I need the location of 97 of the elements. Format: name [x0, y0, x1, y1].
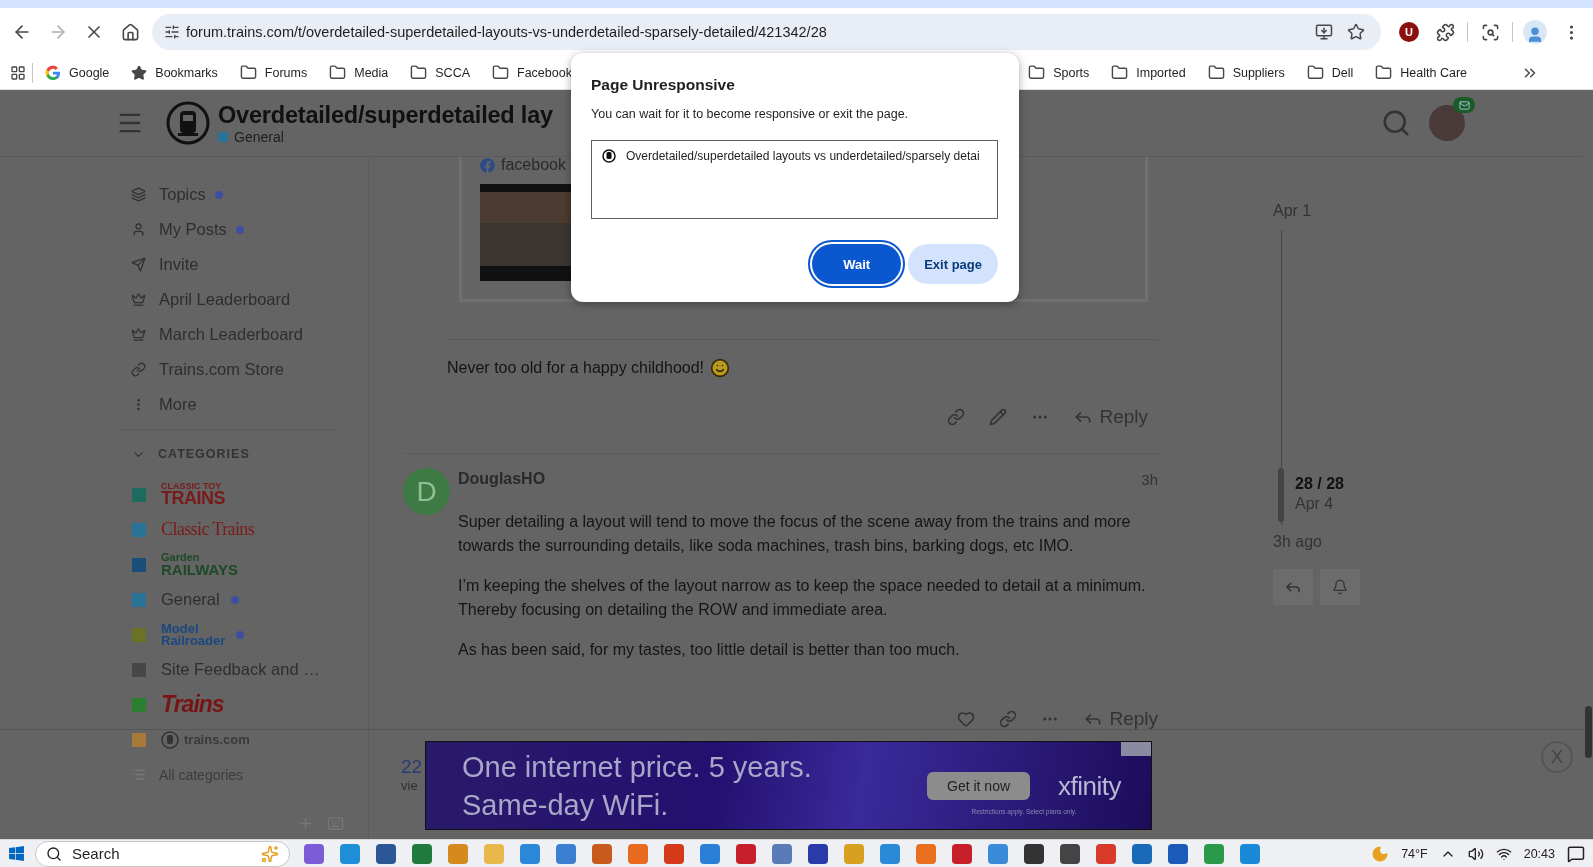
post-paragraph: As has been said, for my tastes, too little detail is better than too much.: [458, 640, 961, 660]
heart-icon[interactable]: [957, 710, 976, 728]
link-icon: [131, 362, 146, 377]
paper-plane-icon: [131, 257, 146, 272]
facebook-icon: [480, 157, 495, 173]
dialog-message: You can wait for it to become responsive or exit the page.: [591, 106, 910, 123]
folder-icon: [1306, 64, 1324, 81]
notifications-button[interactable]: [1320, 569, 1360, 605]
ad-brand: xfinity: [1058, 770, 1121, 802]
post-text: Never too old for a happy childhood!: [447, 359, 705, 377]
sparkles-icon: [261, 844, 279, 863]
bookmark[interactable]: Google: [37, 60, 118, 85]
notifications-icon[interactable]: [1567, 844, 1585, 863]
ad-headline: One internet price. 5 years. Same-day WiFi.: [462, 749, 812, 823]
emblem-icon: [161, 730, 179, 749]
folder-icon: [1207, 64, 1225, 81]
category-link[interactable]: General: [218, 128, 553, 145]
bookmark[interactable]: Bookmarks: [123, 60, 226, 85]
dialog-title: Page Unresponsive: [591, 75, 736, 95]
smiley-icon: [710, 358, 731, 378]
bookmark[interactable]: Suppliers: [1199, 60, 1293, 85]
google-icon: [45, 64, 61, 81]
crown-icon: [131, 292, 146, 307]
topic-title[interactable]: Overdetailed/superdetailed lay: [218, 101, 553, 129]
install-icon[interactable]: [1315, 23, 1333, 41]
app-icon[interactable]: [808, 843, 828, 864]
folder-icon: [329, 64, 347, 81]
folder-icon: [1111, 64, 1129, 81]
app-icon[interactable]: [376, 843, 396, 864]
site-info-icon[interactable]: [164, 24, 180, 40]
extensions-icon[interactable]: [1435, 22, 1455, 42]
embed-source: facebook: [501, 156, 566, 174]
post-paragraph: Super detailing a layout will tend to move the focus of the scene away from the trains and more towards the surrounding details, like soda machines, trash bins, barking dogs, etc IMO.: [458, 512, 1132, 556]
user-avatar[interactable]: [1429, 105, 1465, 141]
link-icon[interactable]: [947, 408, 966, 426]
mail-icon: [1458, 99, 1470, 111]
address-bar[interactable]: forum.trains.com/t/overdetailed-superdetailed-layouts-vs-underdetailed-sparsely-detailed/421342/28: [152, 14, 1381, 50]
bookmark[interactable]: Facebook: [484, 60, 580, 85]
app-icon[interactable]: [412, 843, 432, 864]
star-icon: [131, 64, 148, 81]
bookmark[interactable]: Media: [321, 60, 397, 85]
crown-icon: [131, 327, 146, 342]
link-icon[interactable]: [999, 710, 1018, 728]
bookmark[interactable]: Dell: [1298, 60, 1362, 85]
train-logo-icon: [602, 149, 616, 163]
category-logo[interactable]: Garden RAILWAYS: [161, 552, 238, 577]
view-count: 22: [401, 756, 423, 778]
category-logo[interactable]: Model Railroader: [161, 623, 226, 646]
app-icon[interactable]: [1168, 843, 1188, 864]
url-text: forum.trains.com/t/overdetailed-superdetailed-layouts-vs-underdetailed-sparsely-detailed/421342/28: [186, 24, 828, 40]
folder-icon: [239, 64, 257, 81]
search-icon[interactable]: [1381, 108, 1411, 138]
weather-icon[interactable]: [1371, 844, 1390, 863]
search-icon: [46, 845, 62, 862]
extension-badge[interactable]: U: [1399, 22, 1419, 42]
video-thumbnail-placeholder[interactable]: [480, 184, 571, 281]
clock[interactable]: 20:43: [1523, 846, 1555, 861]
post-position: 28 / 28: [1295, 475, 1344, 493]
category-logo[interactable]: CLASSIC TOY TRAINS: [161, 482, 225, 507]
category-logo[interactable]: Classic Trains: [161, 521, 255, 538]
layers-icon: [131, 187, 146, 202]
folder-icon: [410, 64, 428, 81]
reply-button[interactable]: [1273, 569, 1313, 605]
weather-text[interactable]: 74°F: [1401, 846, 1428, 861]
timeline-handle[interactable]: [1278, 468, 1284, 522]
start-icon[interactable]: [8, 845, 25, 862]
user-avatar: D: [403, 468, 450, 515]
pencil-icon[interactable]: [989, 408, 1008, 426]
folder-icon: [1375, 64, 1393, 81]
app-icon[interactable]: [736, 843, 756, 864]
app-icon[interactable]: [1132, 843, 1152, 864]
train-logo-icon[interactable]: [166, 101, 210, 145]
user-icon: [131, 222, 146, 237]
username[interactable]: DouglasHO: [458, 470, 546, 488]
tab-search-icon[interactable]: [1480, 22, 1500, 42]
app-icon[interactable]: [952, 843, 972, 864]
home-icon[interactable]: [120, 22, 140, 42]
profile-avatar[interactable]: [1523, 20, 1547, 44]
taskbar-search[interactable]: Search: [35, 840, 290, 867]
app-icon[interactable]: [1060, 843, 1080, 864]
post-paragraph: I’m keeping the shelves of the layout narrow as to keep the space needed to detail at a minimum. Thereby focusing on detailing the ROW and immediate area.: [458, 576, 1147, 620]
bookmark[interactable]: SCCA: [402, 60, 478, 85]
bell-icon: [1332, 579, 1348, 595]
bookmark[interactable]: Forums: [231, 60, 316, 85]
volume-icon[interactable]: [1467, 845, 1484, 862]
folder-icon: [492, 64, 509, 81]
get-it-now-button[interactable]: Get it now: [927, 772, 1031, 800]
bookmark[interactable]: Health Care: [1367, 60, 1475, 85]
bookmark-star-icon[interactable]: [1347, 23, 1365, 41]
exit-page-button[interactable]: Exit page: [908, 244, 998, 284]
page-title: Overdetailed/superdetailed layouts vs underdetailed/sparsely detai: [626, 149, 980, 163]
bookmark[interactable]: Imported: [1103, 60, 1194, 85]
category-logo[interactable]: Trains: [161, 694, 224, 715]
folder-icon: [1028, 64, 1046, 81]
bookmark[interactable]: Sports: [1020, 60, 1098, 85]
apps-icon[interactable]: [10, 64, 26, 81]
app-icon[interactable]: [1024, 843, 1044, 864]
